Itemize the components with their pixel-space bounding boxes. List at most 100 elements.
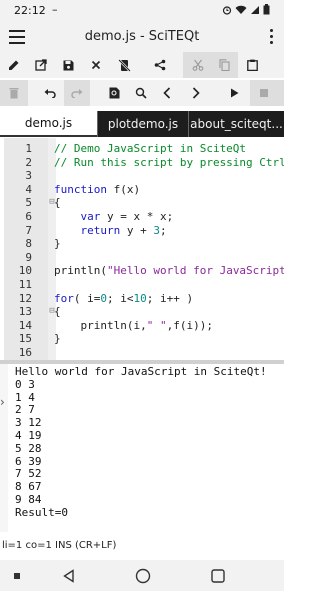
code-line[interactable]: 16 <box>4 346 284 360</box>
redo-icon <box>71 89 83 98</box>
code-token: 3 <box>153 223 160 237</box>
document-tabs: demo.js plotdemo.js about_sciteqt... <box>0 108 284 138</box>
line-number: 2 <box>25 155 32 169</box>
line-number: 16 <box>18 346 32 359</box>
run-icon <box>230 88 238 98</box>
code-token: for <box>54 291 74 305</box>
code-line[interactable]: 5 ⊟{ <box>4 196 284 210</box>
line-number: 12 <box>18 291 32 305</box>
output-pane[interactable]: Hello world for JavaScript in SciteQt! 0 … <box>8 364 284 532</box>
code-line[interactable]: 8} <box>4 237 284 251</box>
code-token: ; i< <box>107 291 134 305</box>
open-icon <box>35 59 47 71</box>
code-token: } <box>54 332 61 346</box>
output-line: 5 28 <box>15 441 42 455</box>
cut-icon <box>192 59 204 71</box>
open-button[interactable] <box>29 52 53 78</box>
recents-button[interactable] <box>206 564 230 588</box>
code-text: function f(x) <box>54 183 140 197</box>
output-line: Result=0 <box>15 505 68 519</box>
paste-button[interactable] <box>240 52 264 78</box>
signal-icon <box>251 5 259 14</box>
status-icons <box>222 4 270 15</box>
cut-button[interactable] <box>186 52 210 78</box>
code-editor[interactable]: 1 // Demo JavaScript in SciteQt 2 // Run th… <box>4 138 284 360</box>
edit-button[interactable] <box>2 52 26 78</box>
code-text: { <box>54 305 61 319</box>
find-icon <box>109 87 119 99</box>
code-text: // Run this script by pressing Ctrl+R <box>54 156 284 170</box>
code-line[interactable]: 3 <box>4 169 284 183</box>
code-token: ; <box>160 223 167 237</box>
overview-button[interactable] <box>5 564 29 588</box>
home-icon <box>135 568 151 584</box>
code-text: var y = x * x; <box>54 210 174 224</box>
more-vert-icon[interactable] <box>270 29 274 45</box>
code-line[interactable]: 10 println("Hello world for JavaScript"); <box>4 264 284 278</box>
mobile-off-button[interactable] <box>112 52 136 78</box>
delete-button[interactable] <box>2 80 26 106</box>
stop-script-button[interactable] <box>252 80 276 106</box>
code-line[interactable]: 12 for( i=0; i<10; i++ ) <box>4 292 284 306</box>
output-line: 2 7 <box>15 403 35 417</box>
code-line[interactable]: 7 return y + 3; <box>4 224 284 238</box>
tab-demo-js[interactable]: demo.js <box>0 111 97 137</box>
tab-plotdemo-js[interactable]: plotdemo.js <box>97 111 188 137</box>
share-button[interactable] <box>148 52 172 78</box>
code-line[interactable]: 1 // Demo JavaScript in SciteQt <box>4 142 284 156</box>
code-token: // Run this script by pressing Ctrl+R <box>54 155 284 169</box>
copy-icon <box>218 59 230 71</box>
line-number: 9 <box>25 250 32 264</box>
clock: 22:12 <box>14 4 46 17</box>
find-in-file-button[interactable] <box>102 80 126 106</box>
code-line[interactable]: 6 var y = x * x; <box>4 210 284 224</box>
close-file-button[interactable] <box>84 52 108 78</box>
code-token: y + <box>120 223 154 237</box>
share-icon <box>154 59 166 71</box>
find-next-button[interactable] <box>184 80 208 106</box>
code-token: // Demo JavaScript in SciteQt <box>54 142 247 155</box>
code-line[interactable]: 13 ⊟{ <box>4 305 284 319</box>
code-token: function <box>54 182 107 196</box>
code-line[interactable]: 11 <box>4 278 284 292</box>
toolbar-navigation-run <box>0 80 284 106</box>
code-line[interactable]: 15} <box>4 332 284 346</box>
code-line[interactable]: 9 <box>4 251 284 265</box>
search-button[interactable] <box>129 80 153 106</box>
recents-icon <box>211 569 225 583</box>
back-button[interactable] <box>57 564 81 588</box>
copy-button[interactable] <box>212 52 236 78</box>
code-token: { <box>54 196 61 210</box>
code-token: "Hello world for JavaScript" <box>106 264 284 278</box>
paste-icon <box>246 59 258 71</box>
find-previous-button[interactable] <box>155 80 179 106</box>
code-text: } <box>54 237 61 251</box>
code-token: println(i, <box>54 318 147 332</box>
home-button[interactable] <box>131 564 155 588</box>
save-button[interactable] <box>56 52 80 78</box>
code-token: 10 <box>133 291 147 305</box>
no-mobile-icon <box>117 58 131 72</box>
edit-icon <box>9 60 19 70</box>
code-token: } <box>54 237 61 251</box>
redo-button[interactable] <box>65 80 89 106</box>
close-icon <box>91 60 101 70</box>
back-icon <box>63 569 74 583</box>
code-text: for( i=0; i<10; i++ ) <box>54 292 193 306</box>
code-line[interactable]: 4 function f(x) <box>4 183 284 197</box>
tab-about-sciteqt[interactable]: about_sciteqt... <box>188 111 284 137</box>
code-text: println(i," ",f(i)); <box>54 318 213 333</box>
undo-button[interactable] <box>38 80 62 106</box>
run-script-button[interactable] <box>222 80 246 106</box>
line-number: 1 <box>25 142 32 155</box>
code-text: println("Hello world for JavaScript"); <box>54 264 284 278</box>
output-line: 1 4 <box>15 390 35 404</box>
code-token: ,f(i)); <box>166 318 213 332</box>
code-text: // Demo JavaScript in SciteQt <box>54 142 246 156</box>
output-line: 4 19 <box>15 429 42 442</box>
code-line[interactable]: 2 // Run this script by pressing Ctrl+R <box>4 156 284 170</box>
code-line[interactable]: 14 println(i," ",f(i)); <box>4 319 284 333</box>
line-number: 8 <box>25 237 32 251</box>
prev-icon <box>163 87 171 99</box>
